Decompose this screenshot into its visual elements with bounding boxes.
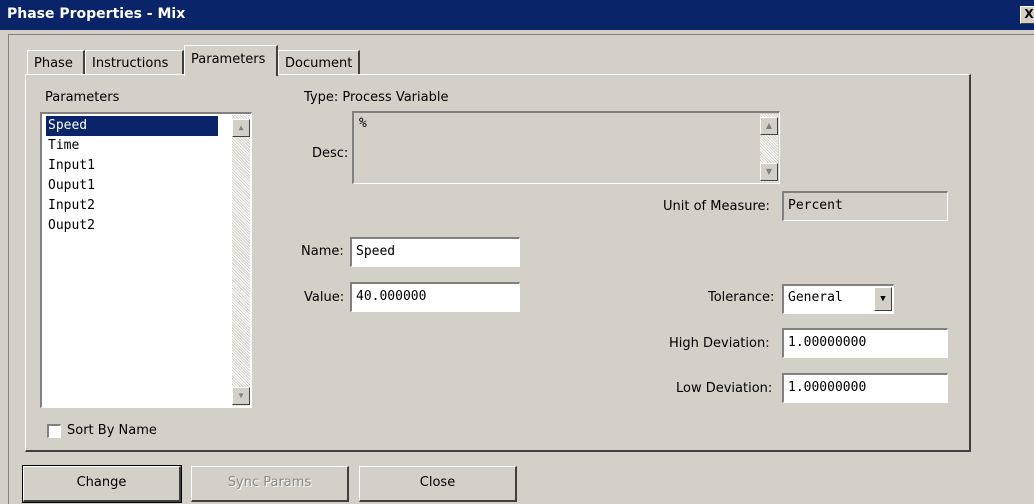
high-deviation-label: High Deviation: [669,336,770,351]
parameters-listbox[interactable]: Speed Time Input1 Ouput1 Input2 Ouput2 ▲… [40,112,252,408]
list-item[interactable]: Ouput2 [46,216,95,236]
window-title: Phase Properties - Mix [7,6,186,22]
desc-label: Desc: [312,146,349,161]
uom-label: Unit of Measure: [663,199,770,214]
tolerance-label: Tolerance: [708,290,775,305]
scroll-up-icon[interactable]: ▲ [760,117,778,135]
tab-parameters[interactable]: Parameters [184,45,278,76]
change-button[interactable]: Change [22,465,182,503]
list-item[interactable]: Speed [46,116,218,136]
scroll-down-icon[interactable]: ▼ [760,163,778,181]
close-button[interactable]: Close [359,466,517,502]
type-text: Type: Process Variable [304,90,449,105]
value-input[interactable]: 40.000000 [350,282,520,312]
list-item[interactable]: Ouput1 [46,176,95,196]
low-deviation-input[interactable]: 1.00000000 [782,373,948,403]
name-input[interactable]: Speed [350,237,520,267]
list-scrollbar[interactable]: ▲ ▼ [232,115,250,406]
name-label: Name: [301,244,344,259]
dialog-frame-top [8,34,1034,35]
tab-instructions[interactable]: Instructions [85,50,184,74]
sort-by-name-checkbox[interactable] [47,424,61,438]
tolerance-dropdown[interactable]: General ▼ [782,284,894,314]
low-deviation-label: Low Deviation: [676,381,773,396]
title-bar: Phase Properties - Mix X [0,0,1034,30]
sync-params-button[interactable]: Sync Params [191,466,349,502]
scroll-up-icon[interactable]: ▲ [232,119,250,137]
scroll-down-icon[interactable]: ▼ [232,387,250,405]
parameters-heading: Parameters [45,90,120,105]
desc-field[interactable]: % ▲ ▼ [352,111,780,184]
value-label: Value: [304,290,345,305]
tab-phase[interactable]: Phase [27,50,85,74]
uom-field: Percent [782,191,948,221]
list-item[interactable]: Time [46,136,79,156]
high-deviation-input[interactable]: 1.00000000 [782,328,948,358]
desc-value: % [359,116,367,131]
tab-document[interactable]: Document [278,50,360,74]
tolerance-value: General [788,290,843,305]
dialog-frame-left [8,34,9,504]
close-icon[interactable]: X [1020,6,1034,24]
desc-scrollbar[interactable]: ▲ ▼ [760,114,778,182]
chevron-down-icon[interactable]: ▼ [874,287,892,311]
list-item[interactable]: Input2 [46,196,95,216]
sort-by-name-label: Sort By Name [67,423,157,438]
list-item[interactable]: Input1 [46,156,95,176]
